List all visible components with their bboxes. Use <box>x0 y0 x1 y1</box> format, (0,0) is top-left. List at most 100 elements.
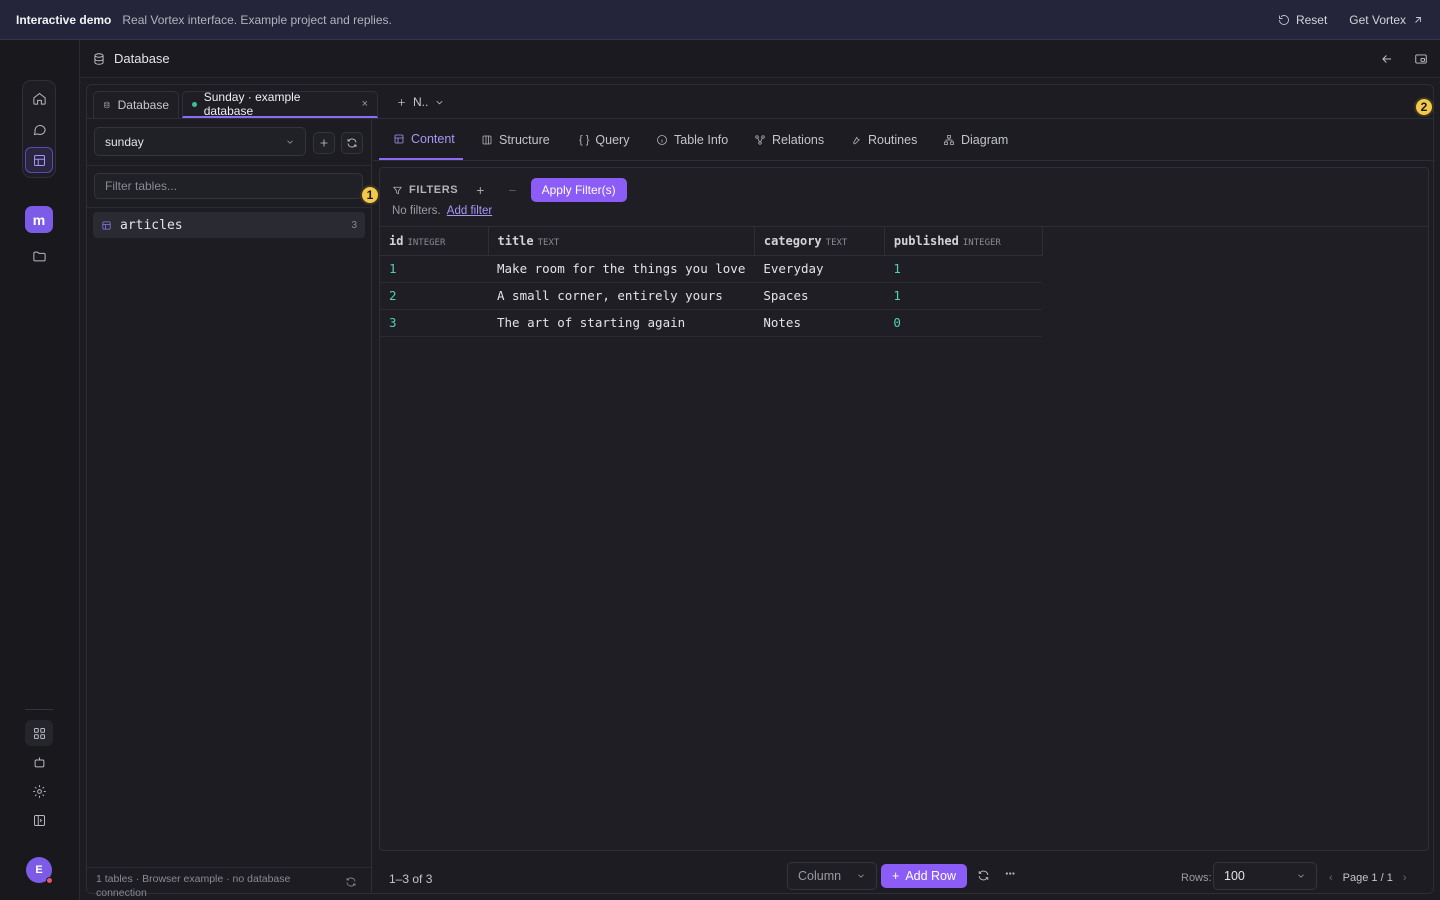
tab-structure[interactable]: Structure <box>481 119 550 160</box>
rail-folder[interactable] <box>25 243 53 269</box>
database-icon <box>104 101 110 109</box>
back-arrow-icon[interactable] <box>1380 52 1394 66</box>
tab-diagram[interactable]: Diagram <box>943 119 1008 160</box>
cell-id[interactable]: 3 <box>380 309 488 337</box>
tab-label: Database <box>117 98 169 112</box>
column-name: id <box>389 233 404 248</box>
rail-apps[interactable] <box>25 720 53 746</box>
remove-filter-button[interactable]: − <box>508 182 516 198</box>
cell-category[interactable]: Spaces <box>754 282 885 310</box>
tab-routines[interactable]: Routines <box>850 119 917 160</box>
rows-per-page-select[interactable]: 100 <box>1213 862 1317 890</box>
get-vortex-button[interactable]: Get Vortex <box>1349 13 1424 27</box>
chevron-right-icon[interactable]: › <box>1403 872 1407 884</box>
plus-icon <box>320 139 328 147</box>
rail-settings[interactable] <box>25 778 53 804</box>
apply-filters-button[interactable]: Apply Filter(s) <box>530 178 627 202</box>
tab-label: Structure <box>499 132 550 147</box>
chevron-down-icon <box>436 100 443 104</box>
cell-published[interactable]: 0 <box>884 309 1043 337</box>
wrench-icon <box>853 136 860 144</box>
workspace-frame: Database Sunday · example database × N..… <box>86 84 1434 899</box>
refresh-icon <box>978 870 988 880</box>
filter-tables-input[interactable]: Filter tables... <box>94 173 363 199</box>
reset-icon <box>1278 14 1289 25</box>
new-tab-button[interactable]: N.. <box>396 95 445 109</box>
rail-database[interactable] <box>25 147 53 173</box>
workspace-avatar[interactable]: m <box>25 206 53 233</box>
grid-header-row: id INTEGER title TEXT category TEXT publish… <box>380 227 1043 256</box>
braces-icon: { } <box>579 133 590 146</box>
table-row[interactable]: 2 A small corner, entirely yours Spaces … <box>380 282 1043 310</box>
rows-label: Rows: <box>1181 872 1212 884</box>
refresh-icon[interactable] <box>345 876 357 888</box>
user-avatar[interactable]: E <box>26 857 53 884</box>
cell-category[interactable]: Everyday <box>754 255 885 283</box>
step-badge-1[interactable]: 1 <box>360 185 380 205</box>
column-header-id[interactable]: id INTEGER <box>380 227 489 256</box>
tab-content[interactable]: Content <box>379 119 463 160</box>
refresh-rows-button[interactable] <box>976 868 990 882</box>
plus-icon: + <box>892 869 900 883</box>
database-select-value: sunday <box>105 134 144 149</box>
chat-icon <box>33 124 46 135</box>
tab-query[interactable]: { } Query <box>579 119 629 160</box>
rail-bot[interactable] <box>25 749 53 775</box>
step-badge-2[interactable]: 2 <box>1414 97 1434 117</box>
rail-home[interactable] <box>25 85 53 111</box>
filter-tables-placeholder: Filter tables... <box>105 179 178 193</box>
column-header-title[interactable]: title TEXT <box>488 227 755 256</box>
tab-sunday-database[interactable]: Sunday · example database × <box>182 90 378 118</box>
sidebar-footer: 1 tables · Browser example · no database… <box>87 867 371 899</box>
banner-subtitle: Real Vortex interface. Example project a… <box>122 12 392 27</box>
reset-button[interactable]: Reset <box>1278 13 1327 27</box>
tab-label: Sunday · example database <box>203 90 301 118</box>
tab-label: Relations <box>772 132 825 147</box>
column-select[interactable]: Column <box>787 862 877 890</box>
cell-title[interactable]: A small corner, entirely yours <box>488 282 755 310</box>
data-grid: id INTEGER title TEXT category TEXT publish… <box>380 227 1043 337</box>
cell-published[interactable]: 1 <box>884 255 1043 283</box>
column-type: TEXT <box>825 237 848 248</box>
divider <box>87 207 371 208</box>
cell-id[interactable]: 1 <box>380 255 488 283</box>
add-row-button[interactable]: + Add Row <box>881 864 968 888</box>
tab-database[interactable]: Database <box>93 91 179 118</box>
column-header-published[interactable]: published INTEGER <box>884 227 1043 256</box>
page-label: Page 1 / 1 <box>1342 872 1393 884</box>
table-row-count: 3 <box>351 219 357 231</box>
table-row[interactable]: 3 The art of starting again Notes 0 <box>380 309 1043 337</box>
more-button[interactable]: ··· <box>1003 866 1017 881</box>
tab-label: Content <box>411 131 455 146</box>
robot-icon <box>34 757 44 767</box>
close-tab-button[interactable]: × <box>362 98 368 110</box>
cell-id[interactable]: 2 <box>380 282 488 310</box>
cell-title[interactable]: Make room for the things you love <box>488 255 755 283</box>
sidebar-footer-text: 1 tables · Browser example · no database… <box>96 873 291 899</box>
rail-chat[interactable] <box>25 116 53 142</box>
tab-relations[interactable]: Relations <box>754 119 824 160</box>
rail-panel-toggle[interactable] <box>25 807 53 833</box>
table-item-articles[interactable]: articles 3 <box>93 212 365 238</box>
add-filter-link[interactable]: Add filter <box>447 205 492 217</box>
table-row[interactable]: 1 Make room for the things you love Ever… <box>380 255 1043 283</box>
cell-category[interactable]: Notes <box>754 309 885 337</box>
refresh-tables-button[interactable] <box>341 132 363 154</box>
add-table-button[interactable] <box>313 132 335 154</box>
column-select-value: Column <box>798 869 842 883</box>
chevron-left-icon[interactable]: ‹ <box>1329 872 1333 884</box>
window-icon[interactable] <box>1414 52 1428 66</box>
filters-label: FILTERS <box>392 184 458 196</box>
banner-title: Interactive demo <box>16 12 112 27</box>
connected-dot <box>192 101 197 107</box>
column-type: TEXT <box>537 237 560 248</box>
cell-title[interactable]: The art of starting again <box>488 309 755 337</box>
row-range: 1–3 of 3 <box>389 872 433 886</box>
add-filter-button[interactable]: + <box>476 182 484 198</box>
demo-banner: Interactive demo Real Vortex interface. … <box>0 0 1440 40</box>
cell-published[interactable]: 1 <box>884 282 1043 310</box>
refresh-icon <box>347 138 357 148</box>
tab-table-info[interactable]: Table Info <box>656 119 728 160</box>
column-header-category[interactable]: category TEXT <box>754 227 885 256</box>
database-select[interactable]: sunday <box>94 127 306 156</box>
